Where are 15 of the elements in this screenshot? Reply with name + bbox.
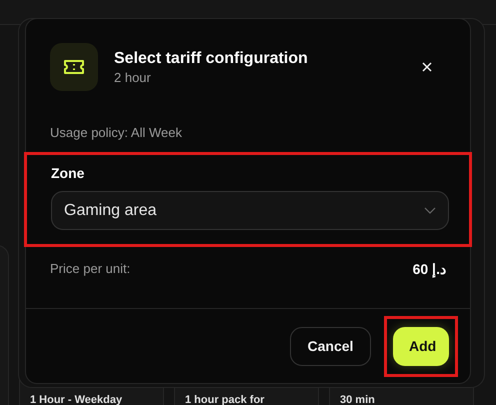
- card-title: 30 min: [340, 394, 375, 405]
- dialog-title: Select tariff configuration: [114, 50, 309, 68]
- card-title: 1 hour pack for: [185, 394, 264, 405]
- usage-policy: Usage policy: All Week: [50, 125, 183, 140]
- field-label: Zone: [51, 165, 86, 181]
- price-value: د.إ 60: [412, 261, 446, 277]
- chevron-down-icon: [424, 207, 436, 214]
- ticket-icon: [50, 43, 98, 91]
- card-title: 1 Hour - Weekday: [30, 394, 122, 405]
- cancel-button[interactable]: Cancel: [290, 326, 371, 366]
- dialog-subtitle: 2 hour: [114, 70, 152, 84]
- price-label: Price per unit:: [50, 261, 130, 277]
- close-icon[interactable]: [422, 62, 432, 72]
- zone-dropdown[interactable]: Gaming area: [51, 191, 449, 230]
- add-button[interactable]: Add: [393, 326, 449, 366]
